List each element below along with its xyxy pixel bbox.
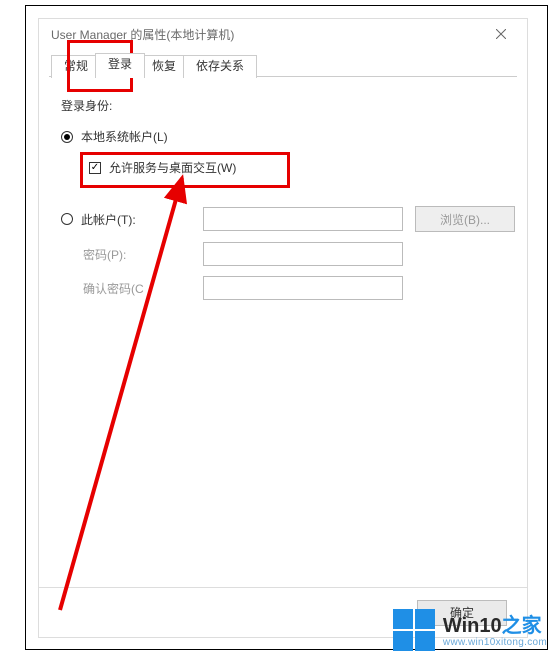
watermark-text: Win10之家 www.win10xitong.com: [443, 615, 547, 648]
window-title: User Manager 的属性(本地计算机): [51, 26, 481, 43]
windows-logo-icon: [393, 609, 437, 653]
watermark: Win10之家 www.win10xitong.com: [393, 609, 547, 653]
this-account-input[interactable]: [203, 207, 403, 231]
dialog-window: User Manager 的属性(本地计算机) 常规 登录 恢复 依存关系 登录…: [38, 18, 528, 638]
title-bar: User Manager 的属性(本地计算机): [39, 19, 527, 49]
tab-general[interactable]: 常规: [51, 55, 101, 78]
close-icon: [496, 29, 506, 39]
password-input[interactable]: [203, 242, 403, 266]
logon-as-label: 登录身份:: [61, 97, 505, 114]
local-system-row[interactable]: 本地系统帐户(L): [61, 128, 505, 145]
browse-button[interactable]: 浏览(B)...: [415, 206, 515, 232]
tab-strip: 常规 登录 恢复 依存关系: [49, 49, 517, 77]
this-account-radio[interactable]: [61, 213, 73, 225]
this-account-row[interactable]: 此帐户(T):: [61, 211, 191, 228]
outer-frame: User Manager 的属性(本地计算机) 常规 登录 恢复 依存关系 登录…: [25, 5, 548, 650]
tab-recovery[interactable]: 恢复: [139, 55, 189, 78]
close-button[interactable]: [481, 20, 521, 48]
tab-logon[interactable]: 登录: [95, 53, 145, 78]
this-account-label: 此帐户(T):: [81, 211, 136, 228]
tab-dependencies[interactable]: 依存关系: [183, 55, 257, 78]
allow-desktop-row[interactable]: ✓ 允许服务与桌面交互(W): [61, 159, 505, 176]
password-label: 密码(P):: [61, 246, 191, 263]
account-form: 此帐户(T): 浏览(B)... 密码(P): 确认密码(C: [61, 206, 505, 300]
content-area: 登录身份: 本地系统帐户(L) ✓ 允许服务与桌面交互(W) 此帐户(T): 浏…: [39, 77, 527, 320]
confirm-password-input[interactable]: [203, 276, 403, 300]
allow-desktop-checkbox[interactable]: ✓: [89, 162, 101, 174]
confirm-password-label: 确认密码(C: [61, 280, 191, 297]
allow-desktop-label: 允许服务与桌面交互(W): [109, 159, 236, 176]
local-system-radio[interactable]: [61, 131, 73, 143]
local-system-label: 本地系统帐户(L): [81, 128, 168, 145]
